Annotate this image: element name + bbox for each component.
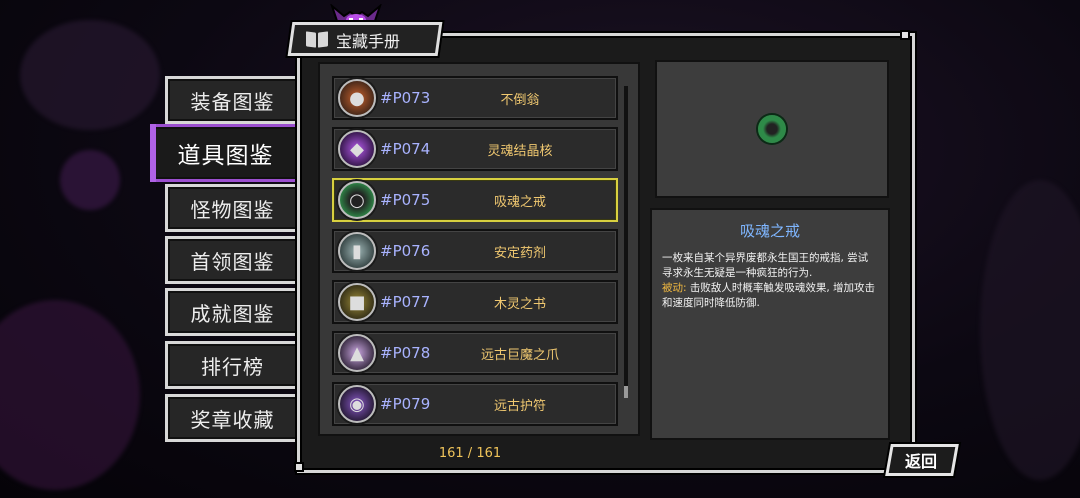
item-detail-title: 吸魂之戒	[739, 222, 800, 240]
item-code: #P077	[380, 293, 431, 311]
tab-label: 装备图鉴	[190, 89, 275, 114]
list-item-selected[interactable]: ○ #P075 吸魂之戒	[332, 178, 618, 222]
item-name: 灵魂结晶核	[487, 143, 553, 159]
background-decoration	[20, 20, 160, 130]
tab-label: 怪物图鉴	[190, 197, 275, 222]
item-code: #P073	[380, 89, 431, 107]
tab-equipment[interactable]: 装备图鉴	[165, 76, 297, 124]
frame-corner	[294, 462, 304, 472]
list-item[interactable]: ▲ #P078 远古巨魔之爪	[332, 331, 618, 375]
item-name: 不倒翁	[500, 92, 540, 108]
background-decoration	[0, 300, 140, 490]
item-code: #P078	[380, 344, 431, 362]
claw-icon: ▲	[338, 334, 376, 372]
item-preview	[655, 60, 889, 198]
item-code: #P075	[380, 191, 431, 209]
tab-label: 奖章收藏	[190, 407, 275, 432]
item-description: 一枚来自某个异界废都永生国王的戒指, 尝试寻求永生无疑是一种疯狂的行为.	[662, 252, 869, 279]
amulet-icon: ◉	[338, 385, 376, 423]
frame-corner	[900, 30, 910, 40]
list-item[interactable]: ● #P073 不倒翁	[332, 76, 618, 120]
list-item[interactable]: ◉ #P079 远古护符	[332, 382, 618, 426]
item-list: ● #P073 不倒翁 ◆ #P074 灵魂结晶核 ○ #P075 吸魂之戒 ▮…	[318, 62, 640, 436]
item-name: 远古护符	[493, 398, 546, 414]
tab-monsters[interactable]: 怪物图鉴	[165, 184, 297, 232]
soul-crystal-icon: ◆	[338, 130, 376, 168]
tab-label: 首领图鉴	[190, 249, 275, 274]
item-name: 吸魂之戒	[493, 194, 546, 210]
soul-ring-icon: ○	[338, 181, 376, 219]
list-item[interactable]: ■ #P077 木灵之书	[332, 280, 618, 324]
window-title-text: 宝藏手册	[336, 32, 401, 51]
item-code: #P074	[380, 140, 431, 158]
scrollbar-thumb[interactable]	[624, 386, 628, 398]
back-button-label[interactable]: 返回	[893, 447, 949, 473]
list-item[interactable]: ▮ #P076 安定药剂	[332, 229, 618, 273]
potion-icon: ▮	[338, 232, 376, 270]
tab-label: 成就图鉴	[190, 301, 275, 326]
background-decoration	[980, 180, 1080, 480]
tab-items[interactable]: 道具图鉴	[150, 124, 298, 182]
tab-label: 排行榜	[201, 354, 264, 379]
tab-medals[interactable]: 奖章收藏	[165, 394, 297, 442]
tab-bosses[interactable]: 首领图鉴	[165, 236, 297, 284]
tab-leaderboard[interactable]: 排行榜	[165, 341, 297, 389]
list-item[interactable]: ◆ #P074 灵魂结晶核	[332, 127, 618, 171]
background-decoration	[60, 150, 120, 210]
item-code: #P076	[380, 242, 431, 260]
tab-label: 道具图鉴	[177, 143, 274, 169]
item-name: 安定药剂	[493, 245, 546, 261]
item-detail-text: 一枚来自某个异界废都永生国王的戒指, 尝试寻求永生无疑是一种疯狂的行为. 被动:…	[662, 251, 878, 311]
window-title: 宝藏手册	[300, 26, 432, 54]
tumbler-icon: ●	[338, 79, 376, 117]
item-counter: 161 / 161	[438, 446, 502, 461]
list-scrollbar[interactable]	[624, 86, 628, 398]
item-code: #P079	[380, 395, 431, 413]
book-icon	[306, 32, 328, 48]
passive-label: 被动:	[662, 282, 687, 294]
wood-book-icon: ■	[338, 283, 376, 321]
item-name: 远古巨魔之爪	[480, 347, 559, 363]
item-description-panel: 吸魂之戒 一枚来自某个异界废都永生国王的戒指, 尝试寻求永生无疑是一种疯狂的行为…	[650, 208, 890, 440]
item-name: 木灵之书	[493, 296, 546, 312]
soul-ring-icon	[758, 115, 786, 143]
passive-effect: 击败敌人时概率触发吸魂效果, 增加攻击和速度同时降低防御.	[662, 282, 876, 309]
tab-achievements[interactable]: 成就图鉴	[165, 288, 297, 336]
